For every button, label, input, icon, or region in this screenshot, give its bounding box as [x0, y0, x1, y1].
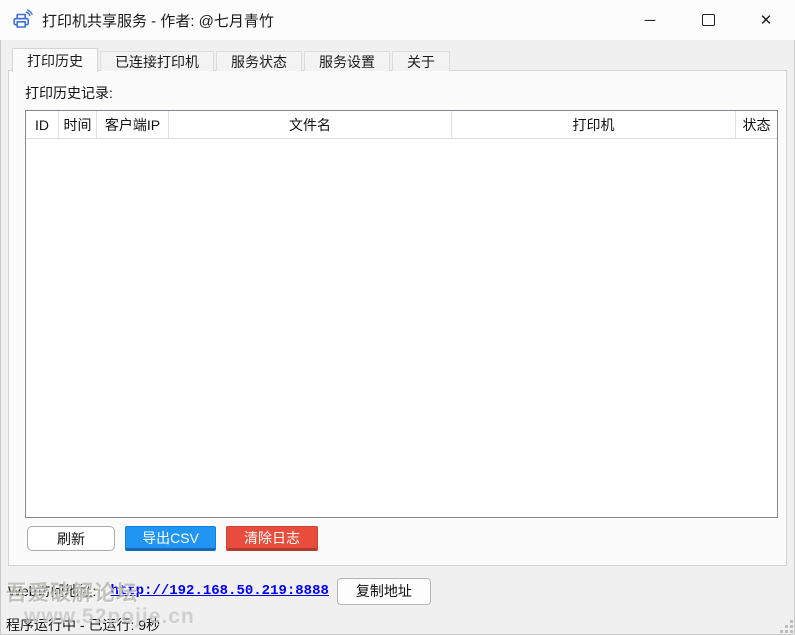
- maximize-icon: [702, 14, 715, 26]
- copy-address-button[interactable]: 复制地址: [337, 578, 431, 605]
- refresh-button[interactable]: 刷新: [27, 526, 115, 551]
- tab-strip: 打印历史 已连接打印机 服务状态 服务设置 关于: [12, 48, 450, 71]
- history-table[interactable]: ID 时间 客户端IP 文件名 打印机 状态: [25, 110, 778, 518]
- column-header-filename[interactable]: 文件名: [169, 111, 452, 138]
- web-address-label: Web访问地址:: [8, 581, 96, 601]
- tab-print-history[interactable]: 打印历史: [12, 48, 98, 72]
- column-header-printer[interactable]: 打印机: [452, 111, 736, 138]
- app-window: 打印机共享服务 - 作者: @七月青竹 ─ ✕ 打印历史 已连接打印机 服务状态…: [0, 0, 795, 635]
- titlebar[interactable]: 打印机共享服务 - 作者: @七月青竹 ─ ✕: [0, 0, 795, 40]
- history-heading: 打印历史记录:: [25, 83, 113, 103]
- window-title: 打印机共享服务 - 作者: @七月青竹: [42, 10, 274, 31]
- column-header-time[interactable]: 时间: [59, 111, 97, 138]
- history-table-header: ID 时间 客户端IP 文件名 打印机 状态: [26, 111, 777, 139]
- tab-connected-printers[interactable]: 已连接打印机: [100, 51, 214, 71]
- history-table-body-empty: [26, 139, 777, 517]
- export-csv-button[interactable]: 导出CSV: [125, 526, 216, 551]
- clear-log-button[interactable]: 清除日志: [226, 526, 318, 551]
- history-actions: 刷新 导出CSV 清除日志: [27, 526, 318, 551]
- web-address-row: Web访问地址: http://192.168.50.219:8888 复制地址: [8, 577, 431, 605]
- tab-service-status[interactable]: 服务状态: [216, 51, 302, 71]
- column-header-client-ip[interactable]: 客户端IP: [97, 111, 169, 138]
- tab-about[interactable]: 关于: [392, 51, 450, 71]
- print-history-panel: 打印历史记录: ID 时间 客户端IP 文件名 打印机 状态 刷新 导出CSV …: [8, 70, 787, 566]
- resize-grip-icon[interactable]: [777, 617, 793, 633]
- column-header-status[interactable]: 状态: [736, 111, 777, 138]
- tab-service-settings[interactable]: 服务设置: [304, 51, 390, 71]
- printer-wifi-icon: [10, 8, 34, 32]
- web-address-link[interactable]: http://192.168.50.219:8888: [110, 583, 328, 599]
- minimize-button[interactable]: ─: [621, 0, 679, 40]
- maximize-button[interactable]: [679, 0, 737, 40]
- close-button[interactable]: ✕: [737, 0, 795, 40]
- status-bar-text: 程序运行中 - 已运行: 9秒: [6, 615, 160, 635]
- column-header-id[interactable]: ID: [26, 111, 59, 138]
